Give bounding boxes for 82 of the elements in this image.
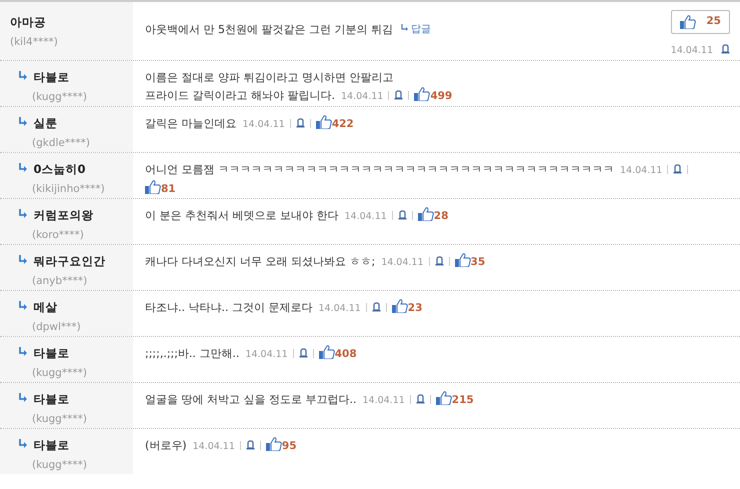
author-name: 실룬 <box>34 116 58 130</box>
reply-text: 프라이드 갈릭이라고 해놔야 팔립니다. <box>145 89 335 102</box>
reply-text: 어니언 모름잼 ㅋㅋㅋㅋㅋㅋㅋㅋㅋㅋㅋㅋㅋㅋㅋㅋㅋㅋㅋㅋㅋㅋㅋㅋㅋㅋㅋㅋㅋㅋㅋㅋㅋㅋㅋㅋ <box>145 163 614 176</box>
reply-arrow-icon <box>400 24 409 32</box>
author-name: 타블로 <box>34 346 70 360</box>
thumbs-up-icon[interactable] <box>436 391 452 405</box>
reply-arrow-icon <box>18 209 28 219</box>
like-count: 28 <box>434 210 448 222</box>
reply-arrow-icon <box>18 117 28 127</box>
reply-text: 타조냐.. 낙타냐.. 그것이 문제로다 <box>145 301 312 314</box>
user-id: (kugg****) <box>32 412 88 426</box>
reply-date: 14.04.11 <box>192 441 235 452</box>
like-count: 408 <box>334 348 357 360</box>
like-count: 422 <box>332 118 354 130</box>
user-id: (koro****) <box>32 228 85 242</box>
thumbs-up-icon[interactable] <box>392 299 408 313</box>
user-id: (kugg****) <box>32 366 88 380</box>
reply-date: 14.04.11 <box>341 91 384 102</box>
bell-icon[interactable] <box>394 90 404 100</box>
reply-date: 14.04.11 <box>344 211 387 222</box>
reply-date: 14.04.11 <box>318 303 361 314</box>
thumbs-up-icon <box>680 15 696 29</box>
thumbs-up-icon[interactable] <box>145 180 161 194</box>
reply-arrow-icon <box>18 347 28 357</box>
thumbs-up-icon[interactable] <box>318 345 335 359</box>
bell-icon[interactable] <box>246 440 255 450</box>
user-id: (kugg****) <box>32 90 88 104</box>
like-count: 499 <box>430 90 452 102</box>
reply-arrow-icon <box>18 163 28 173</box>
like-count: 95 <box>282 440 297 452</box>
user-id: (kugg****) <box>32 458 88 472</box>
like-count: 81 <box>161 183 176 195</box>
reply-date: 14.04.11 <box>245 349 288 360</box>
like-count: 35 <box>470 256 486 268</box>
author-name: 커럼포의왕 <box>34 208 94 222</box>
author-name: 타블로 <box>34 70 70 84</box>
reply-date: 14.04.11 <box>362 395 405 406</box>
bell-icon[interactable] <box>398 210 407 220</box>
reply-text: 캐나다 다녀오신지 너무 오래 되셨나봐요 ㅎㅎ; <box>145 255 376 268</box>
comment-text: 아웃백에서 만 5천원에 팔것같은 그런 기분의 튀김 <box>145 22 393 38</box>
reply-date: 14.04.11 <box>242 119 285 130</box>
author-name: 0스눕히0 <box>34 162 86 176</box>
reply-arrow-icon <box>18 393 28 403</box>
bell-icon[interactable] <box>296 118 305 128</box>
user-id: (anyb****) <box>32 274 88 288</box>
reply-text: (버로우) <box>145 439 187 452</box>
reply-text: 이름은 절대로 양파 튀김이라고 명시하면 안팔리고 <box>145 71 394 84</box>
reply-arrow-icon <box>18 301 28 311</box>
like-count: 23 <box>408 302 422 314</box>
thumbs-up-icon[interactable] <box>454 253 471 267</box>
reply-date: 14.04.11 <box>381 257 424 268</box>
thumbs-up-icon[interactable] <box>266 437 282 451</box>
author-name: 아마공 <box>10 15 46 29</box>
bell-icon[interactable] <box>416 394 425 404</box>
reply-text: 갈릭은 마늘인데요 <box>145 117 236 130</box>
author-name: 타블로 <box>34 392 70 406</box>
bell-icon[interactable] <box>298 348 308 358</box>
reply-arrow-icon <box>18 439 28 449</box>
user-id: (kil4****) <box>10 34 59 50</box>
like-button[interactable]: 25 <box>671 10 730 34</box>
like-count: 215 <box>452 394 474 406</box>
reply-text: ;;;;,.;;;바.. 그만해.. <box>145 347 240 360</box>
user-id: (dpwl***) <box>32 320 82 334</box>
reply-link[interactable]: 답글 <box>400 22 431 37</box>
bell-icon[interactable] <box>372 302 381 312</box>
reply-arrow-icon <box>18 255 28 265</box>
reply-text: 얼굴을 땅에 처박고 싶을 정도로 부끄럽다.. <box>145 393 356 406</box>
reply-date: 14.04.11 <box>620 165 662 176</box>
thumbs-up-icon[interactable] <box>418 207 434 221</box>
reply-arrow-icon <box>18 71 28 81</box>
author-name: 타블로 <box>34 438 70 452</box>
user-id: (gkdle****) <box>32 136 91 150</box>
bell-icon[interactable] <box>673 164 682 174</box>
bell-icon[interactable] <box>434 256 444 266</box>
thumbs-up-icon[interactable] <box>414 87 430 101</box>
thumbs-up-icon[interactable] <box>316 115 332 129</box>
user-id: (kikijinho****) <box>32 182 106 196</box>
author-name: 메살 <box>34 300 58 314</box>
author-name: 뭐라구요인간 <box>34 254 106 268</box>
reply-text: 이 분은 추천줘서 베뎃으로 보내야 한다 <box>145 209 338 222</box>
bell-icon[interactable] <box>721 44 730 54</box>
comment-date: 14.04.11 <box>670 45 713 56</box>
